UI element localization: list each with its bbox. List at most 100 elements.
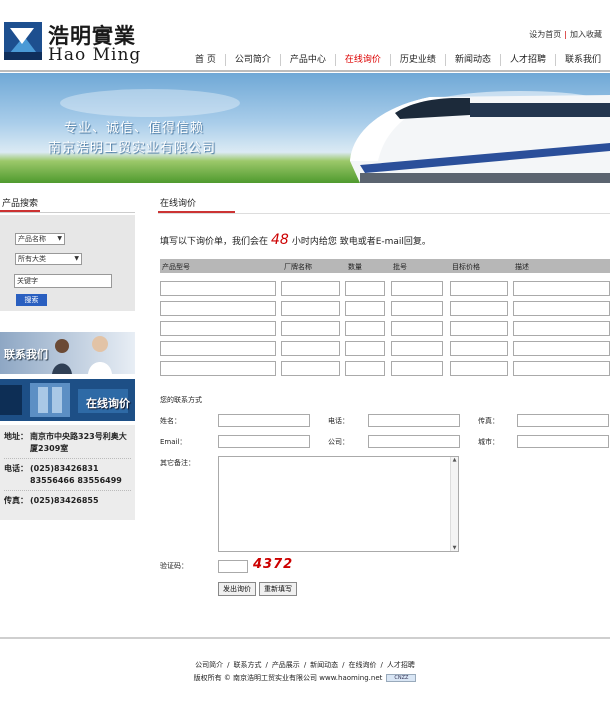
nav-history[interactable]: 历史业绩	[389, 54, 445, 66]
row-1-model-input[interactable]	[160, 281, 276, 296]
add-favorite-link[interactable]: 加入收藏	[570, 30, 602, 39]
footer-links: 公司简介 / 联系方式 / 产品展示 / 新闻动态 / 在线询价 / 人才招聘	[195, 661, 415, 669]
row-3-model-input[interactable]	[160, 321, 276, 336]
copyright: 版权所有 © 南京浩明工贸实业有限公司 www.haoming.net CNZZ	[0, 673, 610, 683]
fax-input[interactable]	[517, 414, 609, 427]
phone-input[interactable]	[368, 414, 460, 427]
submit-inquiry-button[interactable]: 发出询价	[218, 582, 256, 596]
row-3-description-input[interactable]	[513, 321, 610, 336]
reply-hours: 48	[271, 232, 289, 248]
row-1-target-price-input[interactable]	[450, 281, 508, 296]
row-3-brand-input[interactable]	[281, 321, 340, 336]
footer-link-about[interactable]: 公司简介	[195, 661, 223, 669]
captcha-input[interactable]	[218, 560, 248, 573]
row-4-batch-input[interactable]	[391, 341, 443, 356]
phone-row: 电话： (025)83426831 83556466 83556499	[4, 463, 131, 491]
row-3-batch-input[interactable]	[391, 321, 443, 336]
nav-news[interactable]: 新闻动态	[444, 54, 500, 66]
row-5-description-input[interactable]	[513, 361, 610, 376]
remark-textarea[interactable]: ▲ ▼	[218, 456, 459, 552]
search-button[interactable]: 搜索	[16, 294, 47, 306]
scroll-down-icon[interactable]: ▼	[451, 545, 458, 551]
row-4-model-input[interactable]	[160, 341, 276, 356]
email-label: Email：	[160, 438, 187, 446]
nav-contact[interactable]: 联系我们	[554, 54, 610, 66]
banner-slogan: 专业、诚信、值得信赖	[64, 121, 205, 136]
footer-link-products[interactable]: 产品展示	[272, 661, 300, 669]
sidebar: 产品搜索 产品名称 ▼ 所有大类 ▼ 关键字 搜索	[0, 196, 135, 311]
site-header: 浩明實業 Hao Ming 设为首页 | 加入收藏 首 页 公司简介 产品中心 在线…	[0, 0, 610, 72]
name-input[interactable]	[218, 414, 310, 427]
row-5-batch-input[interactable]	[391, 361, 443, 376]
company-input[interactable]	[368, 435, 460, 448]
footer-link-jobs[interactable]: 人才招聘	[387, 661, 415, 669]
col-quantity: 数量	[348, 263, 362, 271]
fax-label: 传真：	[478, 417, 499, 425]
contact-us-banner[interactable]: 联系我们	[0, 332, 135, 374]
logo-english: Hao Ming	[48, 45, 142, 65]
contact-info-box: 地址： 南京市中央路323号利奥大厦2309室 电话： (025)8342683…	[0, 425, 135, 520]
footer-divider	[0, 637, 610, 639]
header-divider	[0, 70, 610, 72]
row-5-target-price-input[interactable]	[450, 361, 508, 376]
sidebar-title-divider	[0, 212, 135, 213]
row-1-quantity-input[interactable]	[345, 281, 385, 296]
row-2-model-input[interactable]	[160, 301, 276, 316]
logo-mark-icon	[4, 22, 42, 60]
phone-value-1: (025)83426831	[30, 464, 99, 473]
row-3-quantity-input[interactable]	[345, 321, 385, 336]
stats-badge[interactable]: CNZZ	[386, 674, 417, 682]
chevron-down-icon: ▼	[57, 235, 62, 242]
row-5-model-input[interactable]	[160, 361, 276, 376]
row-5-brand-input[interactable]	[281, 361, 340, 376]
row-4-target-price-input[interactable]	[450, 341, 508, 356]
row-5-quantity-input[interactable]	[345, 361, 385, 376]
col-batch: 批号	[393, 263, 407, 271]
row-2-quantity-input[interactable]	[345, 301, 385, 316]
keyword-input[interactable]: 关键字	[14, 274, 112, 288]
remark-scrollbar[interactable]: ▲ ▼	[450, 457, 458, 551]
nav-inquiry[interactable]: 在线询价	[334, 54, 390, 66]
row-2-description-input[interactable]	[513, 301, 610, 316]
fax-value: (025)83426855	[30, 496, 99, 505]
banner-company-name: 南京浩明工贸实业有限公司	[48, 141, 217, 156]
scroll-up-icon[interactable]: ▲	[451, 457, 458, 463]
banner: 专业、诚信、值得信赖 南京浩明工贸实业有限公司	[0, 73, 610, 183]
col-target-price: 目标价格	[452, 263, 480, 271]
row-4-quantity-input[interactable]	[345, 341, 385, 356]
row-3-target-price-input[interactable]	[450, 321, 508, 336]
top-links: 设为首页 | 加入收藏	[529, 30, 602, 39]
phone-value-2: 83556466 83556499	[30, 476, 122, 485]
nav-products[interactable]: 产品中心	[279, 54, 335, 66]
email-input[interactable]	[218, 435, 310, 448]
intro-text: 填写以下询价单，我们会在 48 小时内给您 致电或者E-mail回复。	[160, 232, 431, 248]
row-2-target-price-input[interactable]	[450, 301, 508, 316]
row-1-description-input[interactable]	[513, 281, 610, 296]
title-divider	[158, 213, 610, 214]
footer-link-contact[interactable]: 联系方式	[233, 661, 261, 669]
inquiry-image-text: 在线询价	[86, 397, 130, 410]
reset-button[interactable]: 重新填写	[259, 582, 297, 596]
nav-jobs[interactable]: 人才招聘	[499, 54, 555, 66]
row-4-description-input[interactable]	[513, 341, 610, 356]
row-1-brand-input[interactable]	[281, 281, 340, 296]
inquiry-banner[interactable]: 在线询价	[0, 379, 135, 421]
chevron-down-icon: ▼	[74, 255, 79, 262]
row-1-batch-input[interactable]	[391, 281, 443, 296]
row-2-batch-input[interactable]	[391, 301, 443, 316]
inquiry-form-area: 在线询价 填写以下询价单，我们会在 48 小时内给您 致电或者E-mail回复。 产…	[158, 196, 610, 596]
footer-link-inquiry[interactable]: 在线询价	[349, 661, 377, 669]
category-select[interactable]: 所有大类 ▼	[15, 253, 82, 265]
search-field-select[interactable]: 产品名称 ▼	[15, 233, 65, 245]
row-2-brand-input[interactable]	[281, 301, 340, 316]
row-4-brand-input[interactable]	[281, 341, 340, 356]
address-row: 地址： 南京市中央路323号利奥大厦2309室	[4, 431, 131, 459]
nav-home[interactable]: 首 页	[186, 54, 225, 66]
product-search-title: 产品搜索	[0, 196, 40, 212]
nav-about[interactable]: 公司简介	[224, 54, 280, 66]
inquiry-table-header: 产品型号 厂牌名称 数量 批号 目标价格 描述	[160, 259, 610, 273]
set-homepage-link[interactable]: 设为首页	[529, 30, 561, 39]
footer-link-news[interactable]: 新闻动态	[310, 661, 338, 669]
captcha-code: 4372	[253, 557, 294, 572]
city-input[interactable]	[517, 435, 609, 448]
